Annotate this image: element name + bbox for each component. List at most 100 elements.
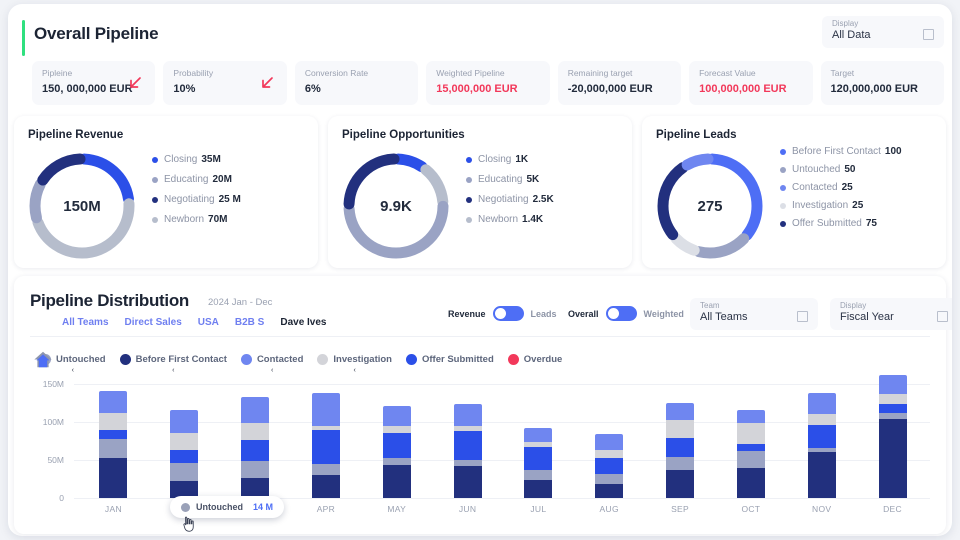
bar-segment[interactable] [382,425,411,434]
chevron-down-icon[interactable] [937,311,948,322]
chart-legend-item[interactable]: Contacted ‹ [240,354,303,374]
bar-segment[interactable] [736,410,765,424]
bar-column[interactable]: JAN [78,376,149,514]
bar-column[interactable]: MAR [220,376,291,514]
bar-column[interactable]: APR [290,376,361,514]
team-filter-tab[interactable]: Dave Ives [280,317,326,328]
legend-item[interactable]: Negotiating 2.5K [466,194,624,205]
team-filter-tab[interactable]: Direct Sales [125,317,182,328]
bar-column[interactable]: NOV [786,376,857,514]
bar-segment[interactable] [382,433,411,458]
chevron-down-icon[interactable] [923,29,934,40]
bar-segment[interactable] [241,440,270,462]
bar-segment[interactable] [878,374,907,394]
bar-segment[interactable] [170,433,199,450]
bar-column[interactable]: JUN [432,376,503,514]
bar-column[interactable]: SEP [645,376,716,514]
bar-segment[interactable] [241,423,270,441]
bar-segment[interactable] [595,484,624,498]
team-filter-tab[interactable]: All Teams [62,317,109,328]
legend-item[interactable]: Educating 5K [466,174,624,185]
bar-segment[interactable] [878,393,907,405]
bar-segment[interactable] [170,409,199,434]
bar-segment[interactable] [736,423,765,444]
bar-segment[interactable] [666,420,695,438]
bar-segment[interactable] [736,450,765,468]
bar-segment[interactable] [99,458,128,498]
chart-legend-item[interactable]: Investigation ‹ [317,354,392,374]
legend-item[interactable]: Untouched 50 [780,164,938,175]
bar-segment[interactable] [170,449,199,463]
bar-column[interactable]: MAY [361,376,432,514]
legend-item[interactable]: Closing 1K [466,154,624,165]
bar-segment[interactable] [878,404,907,414]
bar-segment[interactable] [241,396,270,424]
bar-segment[interactable] [170,462,199,482]
bar-segment[interactable] [241,461,270,479]
bar-column[interactable]: AUG [574,376,645,514]
chevron-down-icon[interactable] [797,311,808,322]
team-filter-tab[interactable]: B2B S [235,317,264,328]
legend-item[interactable]: Newborn 70M [152,214,310,225]
bar-segment[interactable] [666,469,695,498]
bar-segment[interactable] [736,467,765,498]
bar-segment[interactable] [311,475,340,498]
bar-segment[interactable] [807,452,836,498]
bar-segment[interactable] [736,443,765,451]
bar-segment[interactable] [807,392,836,415]
bar-segment[interactable] [878,419,907,498]
legend-item[interactable]: Contacted 25 [780,182,938,193]
bar-segment[interactable] [666,437,695,457]
bar-segment[interactable] [666,402,695,421]
legend-item[interactable]: Investigation 25 [780,200,938,211]
bar-segment[interactable] [99,390,128,414]
bar-segment[interactable] [453,430,482,460]
bar-segment[interactable] [382,465,411,498]
bar-segment[interactable] [666,456,695,470]
bar-segment[interactable] [99,413,128,431]
bar-segment[interactable] [595,434,624,450]
bar-column[interactable]: DEC [857,374,928,514]
bar-segment[interactable] [453,465,482,498]
bar-segment[interactable] [595,474,624,485]
bar-segment[interactable] [524,480,553,498]
revenue-leads-toggle[interactable] [492,306,524,321]
legend-item[interactable]: Closing 35M [152,154,310,165]
bar-segment[interactable] [99,439,128,459]
chart-legend-item[interactable]: Before First Contact ‹ [119,354,227,374]
display-select-top[interactable]: Display All Data [822,16,944,48]
chart-legend-item[interactable]: Overdue [507,354,562,365]
bar-segment[interactable] [524,427,553,443]
bar-column[interactable]: JUL [503,376,574,514]
bar-segment[interactable] [595,450,624,459]
bar-segment[interactable] [382,405,411,426]
bar-column[interactable]: FEB [149,376,220,514]
team-select[interactable]: Team All Teams [690,298,818,330]
legend-dot-icon [317,354,329,365]
bar-segment[interactable] [311,392,340,426]
bar-column[interactable]: OCT [715,376,786,514]
overall-weighted-toggle[interactable] [605,306,637,321]
bar-segment[interactable] [807,414,836,425]
bar-segment[interactable] [595,458,624,475]
bar-segment[interactable] [382,457,411,466]
team-filter-tab[interactable]: USA [198,317,219,328]
legend-item[interactable]: Educating 20M [152,174,310,185]
legend-item[interactable]: Offer Submitted 75 [780,218,938,229]
legend-value: 70M [208,214,228,225]
bar-segment[interactable] [807,424,836,448]
bar-segment[interactable] [99,430,128,440]
bar-segment[interactable] [524,446,553,470]
legend-item[interactable]: Negotiating 25 M [152,194,310,205]
legend-item[interactable]: Before First Contact 100 [780,146,938,157]
bar-segment[interactable] [311,430,340,465]
bar-segment[interactable] [524,469,553,481]
donut-chart [29,153,135,259]
chart-legend-item[interactable]: Offer Submitted [405,354,494,365]
bar-stack [736,410,765,498]
bar-segment[interactable] [453,404,482,426]
display-select-chart[interactable]: Display Fiscal Year [830,298,952,330]
bar-segment[interactable] [311,464,340,476]
kpi-value: -20,000,000 EUR [567,83,653,95]
legend-item[interactable]: Newborn 1.4K [466,214,624,225]
